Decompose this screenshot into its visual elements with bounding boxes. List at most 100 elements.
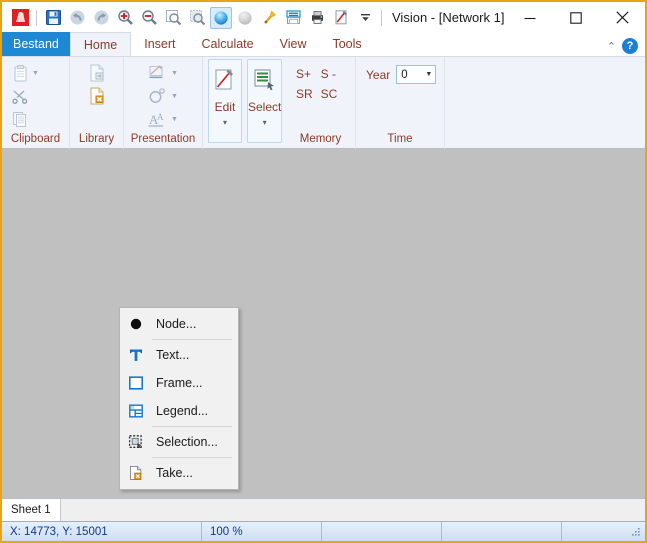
select-ribbon-label: Select: [248, 100, 282, 114]
zoom-all-icon[interactable]: [186, 7, 208, 29]
text-t-icon: [124, 343, 148, 367]
status-cell-3: [322, 521, 442, 541]
collapse-ribbon-icon[interactable]: ⌃: [607, 40, 616, 53]
customize-caret-icon[interactable]: [354, 7, 376, 29]
resize-grip-icon: [632, 528, 640, 536]
legend-grid-icon: [124, 399, 148, 423]
cut-icon: [11, 87, 30, 106]
tab-bestand[interactable]: Bestand: [2, 32, 70, 56]
presentation-text-button[interactable]: A A ▼: [144, 108, 182, 130]
library-open-icon: [87, 63, 107, 83]
year-dropdown[interactable]: 0 ▼: [396, 65, 437, 84]
sheet-tab-sheet-1[interactable]: Sheet 1: [2, 499, 61, 521]
context-menu-label-frame: Frame...: [156, 376, 203, 390]
copy-icon: [11, 110, 30, 129]
context-menu-item-text[interactable]: Text...: [120, 341, 238, 369]
library-save-button[interactable]: [83, 85, 111, 107]
tab-view[interactable]: View: [267, 32, 320, 56]
select-ribbon-caret-icon[interactable]: ▾: [263, 118, 267, 127]
tab-insert[interactable]: Insert: [131, 32, 188, 56]
qat-separator-2: [381, 9, 382, 26]
memory-sr-button[interactable]: SR: [296, 87, 313, 101]
sheet-tab-bar: Sheet 1: [2, 498, 645, 521]
context-menu-label-selection: Selection...: [156, 435, 218, 449]
status-bar: X: 14773, Y: 15001 100 %: [2, 521, 645, 541]
copy-button[interactable]: [7, 108, 43, 130]
context-menu-item-legend[interactable]: Legend...: [120, 397, 238, 425]
memory-s-minus-button[interactable]: S -: [321, 67, 338, 81]
select-big-icon: [249, 65, 281, 95]
paste-button[interactable]: ▼: [7, 62, 43, 84]
tab-home[interactable]: Home: [69, 32, 132, 56]
network-canvas[interactable]: [2, 149, 645, 498]
ribbon-group-title-time: Time: [387, 133, 413, 145]
undo-icon[interactable]: [66, 7, 88, 29]
redo-icon[interactable]: [90, 7, 112, 29]
qat-separator-1: [36, 9, 37, 26]
presentation-edit-button[interactable]: ▼: [144, 62, 182, 84]
frame-square-icon: [124, 371, 148, 395]
context-menu-item-take[interactable]: Take...: [120, 459, 238, 487]
pin-icon[interactable]: [258, 7, 280, 29]
app-logo-icon[interactable]: [9, 7, 31, 29]
selection-marquee-icon: [124, 430, 148, 454]
context-menu-item-frame[interactable]: Frame...: [120, 369, 238, 397]
status-resize-grip[interactable]: [562, 522, 645, 542]
context-menu-label-node: Node...: [156, 317, 197, 331]
memory-sc-button[interactable]: SC: [321, 87, 338, 101]
presentation-edit-caret-icon[interactable]: ▼: [171, 70, 178, 77]
minimize-button[interactable]: [507, 2, 553, 33]
chevron-down-icon[interactable]: ▼: [425, 71, 432, 78]
zoom-out-icon[interactable]: [138, 7, 160, 29]
node-circle-icon: [124, 312, 148, 336]
select-ribbon-button[interactable]: Select ▾: [247, 59, 283, 143]
context-menu-item-selection[interactable]: Selection...: [120, 428, 238, 456]
zoom-window-icon[interactable]: [162, 7, 184, 29]
edit-ribbon-button[interactable]: Edit ▾: [208, 59, 242, 143]
presentation-node-caret-icon[interactable]: ▼: [171, 93, 178, 100]
clipboard-items: ▼: [7, 60, 43, 130]
ribbon-group-time: Year 0 ▼ Time: [356, 57, 445, 149]
maximize-button[interactable]: [553, 2, 599, 33]
presentation-text-caret-icon[interactable]: ▼: [171, 116, 178, 123]
tab-calculate[interactable]: Calculate: [188, 32, 266, 56]
ribbon-group-filler: [445, 57, 645, 149]
edit-icon[interactable]: [330, 7, 352, 29]
application-window: Vision - [Network 1] Bestand Home Insert…: [0, 0, 647, 543]
tab-tools[interactable]: Tools: [319, 32, 374, 56]
status-coordinates: X: 14773, Y: 15001: [2, 521, 202, 541]
presentation-edit-icon: [148, 64, 169, 83]
node-off-icon[interactable]: [234, 7, 256, 29]
paste-caret-icon[interactable]: ▼: [32, 70, 39, 77]
ribbon-group-clipboard: ▼ Clipboard: [2, 57, 70, 149]
status-zoom: 100 %: [202, 521, 322, 541]
window-controls: [507, 2, 645, 33]
ribbon-group-title-memory: Memory: [299, 133, 342, 145]
svg-text:A: A: [157, 112, 164, 122]
edit-ribbon-label: Edit: [214, 100, 236, 114]
memory-s-plus-button[interactable]: S+: [296, 67, 313, 81]
library-open-button[interactable]: [83, 62, 111, 84]
print-preview-icon[interactable]: [282, 7, 304, 29]
ribbon-group-presentation: ▼ ▼ A A ▼ Presentation: [124, 57, 203, 149]
cut-button[interactable]: [7, 85, 43, 107]
print-icon[interactable]: [306, 7, 328, 29]
ribbon-group-title-clipboard: Clipboard: [10, 133, 61, 145]
edit-ribbon-caret-icon[interactable]: ▾: [223, 118, 227, 127]
library-save-icon: [87, 86, 107, 106]
context-menu-label-legend: Legend...: [156, 404, 209, 418]
take-document-icon: [124, 461, 148, 485]
paste-icon: [11, 64, 30, 83]
save-icon[interactable]: [42, 7, 64, 29]
zoom-in-icon[interactable]: [114, 7, 136, 29]
help-icon[interactable]: ?: [622, 38, 638, 54]
node-on-icon[interactable]: [210, 6, 232, 29]
context-menu: Node... Text... Frame... Legend... Selec…: [119, 307, 239, 490]
ribbon-group-memory: S+ S - SR SC Memory: [286, 57, 356, 149]
ribbon-group-title-library: Library: [78, 133, 115, 145]
context-menu-item-node[interactable]: Node...: [120, 310, 238, 338]
close-button[interactable]: [599, 2, 645, 33]
presentation-node-button[interactable]: ▼: [144, 85, 182, 107]
presentation-items: ▼ ▼ A A ▼: [144, 60, 182, 130]
quick-access-toolbar: [2, 2, 386, 33]
